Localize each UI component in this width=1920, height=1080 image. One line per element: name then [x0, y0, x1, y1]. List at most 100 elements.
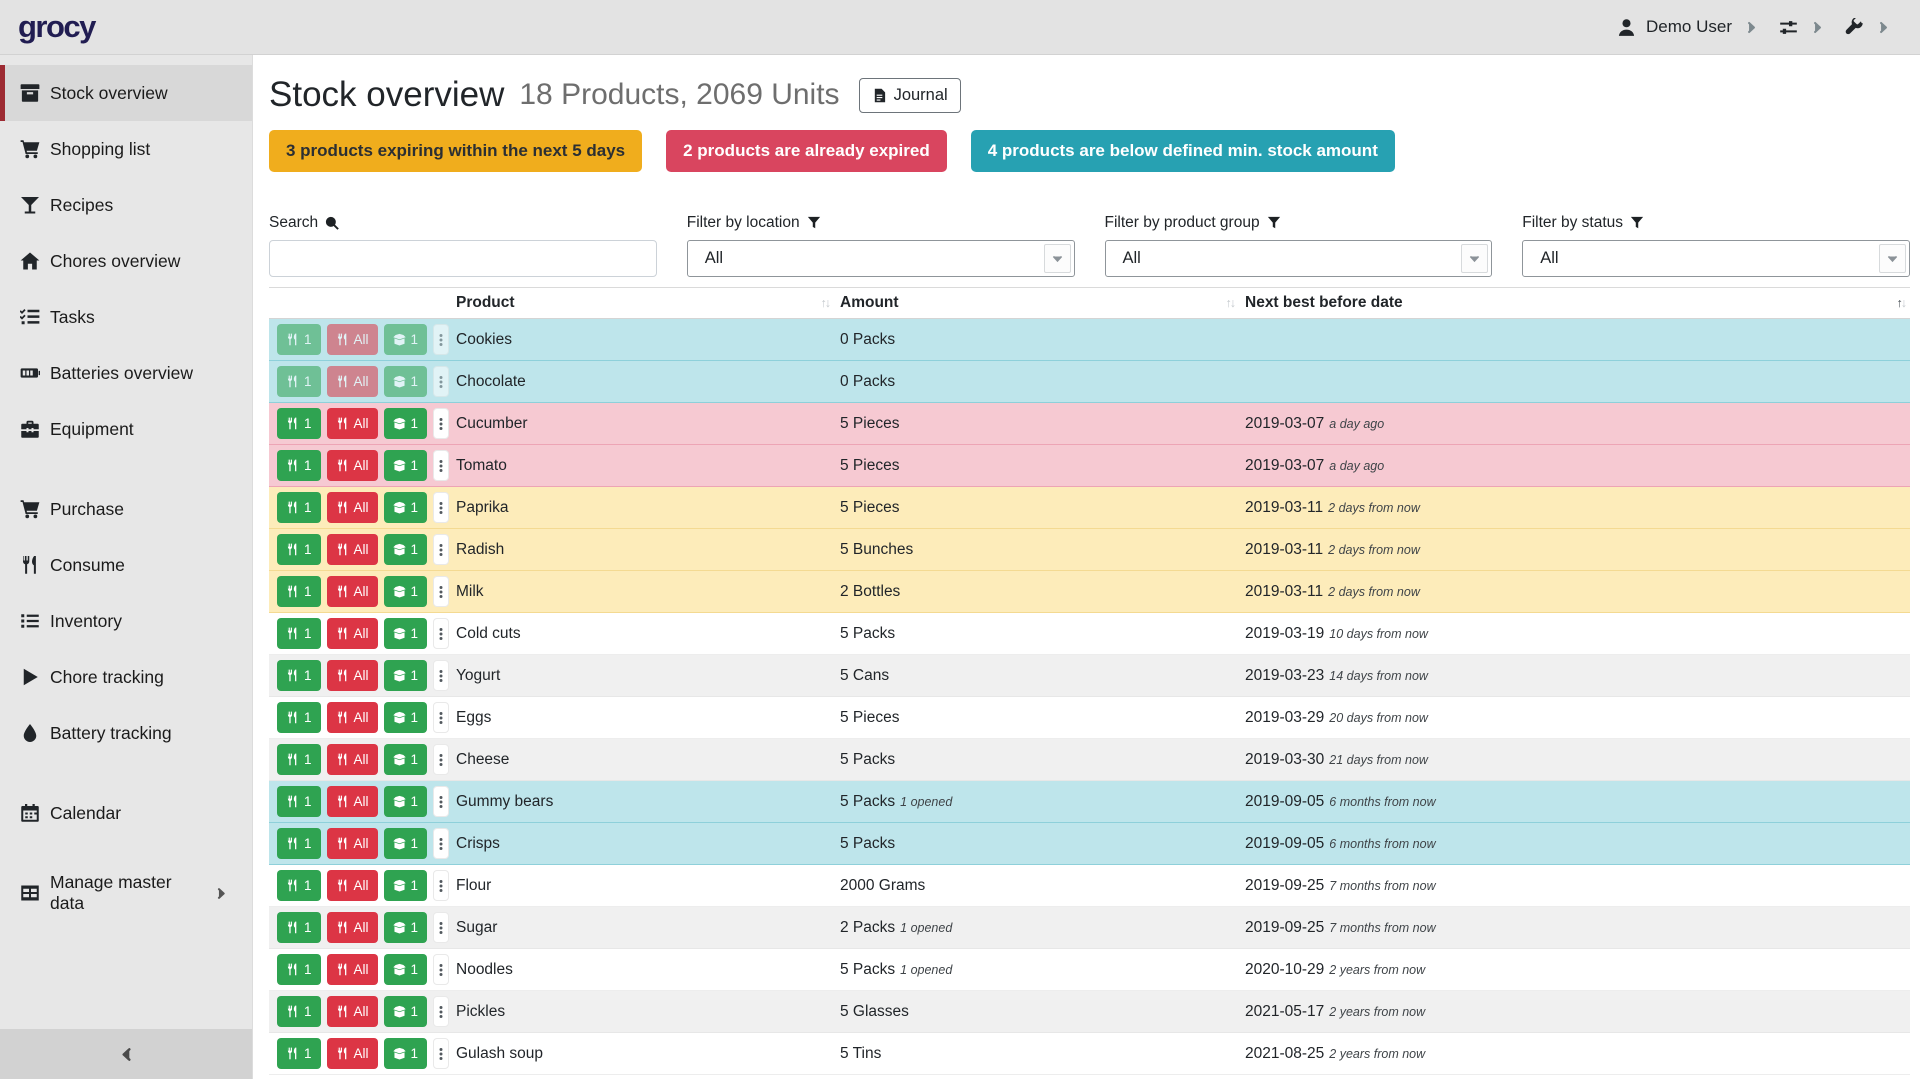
sidebar-item-shopping-list[interactable]: Shopping list	[0, 121, 252, 177]
admin-menu[interactable]	[1845, 18, 1864, 37]
row-menu-button[interactable]	[433, 996, 449, 1027]
sidebar-item-equipment[interactable]: Equipment	[0, 401, 252, 457]
consume-one-button[interactable]: 1	[277, 618, 321, 649]
consume-all-button[interactable]: All	[327, 786, 378, 817]
consume-one-button[interactable]: 1	[277, 1038, 321, 1069]
consume-one-button[interactable]: 1	[277, 408, 321, 439]
search-input[interactable]	[269, 240, 657, 277]
row-menu-button[interactable]	[433, 660, 449, 691]
open-one-button[interactable]: 1	[384, 492, 428, 523]
consume-one-button[interactable]: 1	[277, 492, 321, 523]
row-menu-button[interactable]	[433, 786, 449, 817]
row-menu-button[interactable]	[433, 576, 449, 607]
sidebar-item-calendar[interactable]: Calendar	[0, 785, 252, 841]
row-menu-button[interactable]	[433, 828, 449, 859]
row-menu-button[interactable]	[433, 702, 449, 733]
consume-all-button[interactable]: All	[327, 324, 378, 355]
consume-one-button[interactable]: 1	[277, 744, 321, 775]
row-menu-button[interactable]	[433, 450, 449, 481]
consume-all-button[interactable]: All	[327, 870, 378, 901]
consume-all-button[interactable]: All	[327, 1038, 378, 1069]
consume-one-button[interactable]: 1	[277, 366, 321, 397]
consume-all-button[interactable]: All	[327, 912, 378, 943]
row-menu-button[interactable]	[433, 912, 449, 943]
consume-all-button[interactable]: All	[327, 828, 378, 859]
consume-one-button[interactable]: 1	[277, 912, 321, 943]
consume-all-button[interactable]: All	[327, 492, 378, 523]
sidebar-item-purchase[interactable]: Purchase	[0, 481, 252, 537]
sidebar-item-inventory[interactable]: Inventory	[0, 593, 252, 649]
open-one-button[interactable]: 1	[384, 954, 428, 985]
consume-one-button[interactable]: 1	[277, 534, 321, 565]
consume-one-button[interactable]: 1	[277, 828, 321, 859]
product-group-select[interactable]: All	[1105, 240, 1493, 277]
row-menu-button[interactable]	[433, 492, 449, 523]
consume-one-button[interactable]: 1	[277, 576, 321, 607]
open-one-button[interactable]: 1	[384, 618, 428, 649]
journal-button[interactable]: Journal	[859, 78, 961, 113]
sidebar-item-battery-tracking[interactable]: Battery tracking	[0, 705, 252, 761]
open-one-button[interactable]: 1	[384, 702, 428, 733]
consume-one-button[interactable]: 1	[277, 996, 321, 1027]
row-menu-button[interactable]	[433, 408, 449, 439]
sidebar-item-tasks[interactable]: Tasks	[0, 289, 252, 345]
row-menu-button[interactable]	[433, 534, 449, 565]
sidebar-item-recipes[interactable]: Recipes	[0, 177, 252, 233]
row-menu-button[interactable]	[433, 744, 449, 775]
row-menu-button[interactable]	[433, 618, 449, 649]
open-one-button[interactable]: 1	[384, 996, 428, 1027]
status-badge-2[interactable]: 4 products are below defined min. stock …	[971, 130, 1395, 172]
sidebar-item-chore-tracking[interactable]: Chore tracking	[0, 649, 252, 705]
app-logo[interactable]: grocy	[18, 9, 95, 45]
consume-all-button[interactable]: All	[327, 702, 378, 733]
consume-all-button[interactable]: All	[327, 408, 378, 439]
consume-all-button[interactable]: All	[327, 576, 378, 607]
consume-one-button[interactable]: 1	[277, 954, 321, 985]
sidebar-item-stock-overview[interactable]: Stock overview	[0, 65, 252, 121]
open-one-button[interactable]: 1	[384, 912, 428, 943]
consume-all-button[interactable]: All	[327, 450, 378, 481]
consume-one-button[interactable]: 1	[277, 660, 321, 691]
consume-all-button[interactable]: All	[327, 744, 378, 775]
best-before-column-header[interactable]: Next best before date ↑↓	[1239, 288, 1910, 319]
open-one-button[interactable]: 1	[384, 576, 428, 607]
sidebar-item-consume[interactable]: Consume	[0, 537, 252, 593]
open-one-button[interactable]: 1	[384, 366, 428, 397]
open-one-button[interactable]: 1	[384, 534, 428, 565]
consume-one-button[interactable]: 1	[277, 450, 321, 481]
consume-all-button[interactable]: All	[327, 996, 378, 1027]
status-badge-0[interactable]: 3 products expiring within the next 5 da…	[269, 130, 642, 172]
open-one-button[interactable]: 1	[384, 450, 428, 481]
row-menu-button[interactable]	[433, 870, 449, 901]
row-menu-button[interactable]	[433, 954, 449, 985]
row-menu-button[interactable]	[433, 1038, 449, 1069]
consume-all-button[interactable]: All	[327, 366, 378, 397]
row-menu-button[interactable]	[433, 366, 449, 397]
open-one-button[interactable]: 1	[384, 1038, 428, 1069]
consume-one-button[interactable]: 1	[277, 870, 321, 901]
open-one-button[interactable]: 1	[384, 744, 428, 775]
user-menu[interactable]: Demo User	[1617, 17, 1732, 37]
open-one-button[interactable]: 1	[384, 828, 428, 859]
consume-one-button[interactable]: 1	[277, 786, 321, 817]
settings-menu[interactable]	[1779, 18, 1798, 37]
open-one-button[interactable]: 1	[384, 408, 428, 439]
open-one-button[interactable]: 1	[384, 786, 428, 817]
sidebar-item-chores-overview[interactable]: Chores overview	[0, 233, 252, 289]
status-badge-1[interactable]: 2 products are already expired	[666, 130, 947, 172]
open-one-button[interactable]: 1	[384, 660, 428, 691]
product-column-header[interactable]: Product ↑↓	[450, 288, 834, 319]
location-select[interactable]: All	[687, 240, 1075, 277]
row-menu-button[interactable]	[433, 324, 449, 355]
sidebar-item-batteries-overview[interactable]: Batteries overview	[0, 345, 252, 401]
consume-one-button[interactable]: 1	[277, 702, 321, 733]
consume-all-button[interactable]: All	[327, 618, 378, 649]
open-one-button[interactable]: 1	[384, 870, 428, 901]
consume-one-button[interactable]: 1	[277, 324, 321, 355]
consume-all-button[interactable]: All	[327, 954, 378, 985]
consume-all-button[interactable]: All	[327, 660, 378, 691]
open-one-button[interactable]: 1	[384, 324, 428, 355]
amount-column-header[interactable]: Amount ↑↓	[834, 288, 1239, 319]
consume-all-button[interactable]: All	[327, 534, 378, 565]
sidebar-collapse-button[interactable]	[0, 1029, 252, 1079]
